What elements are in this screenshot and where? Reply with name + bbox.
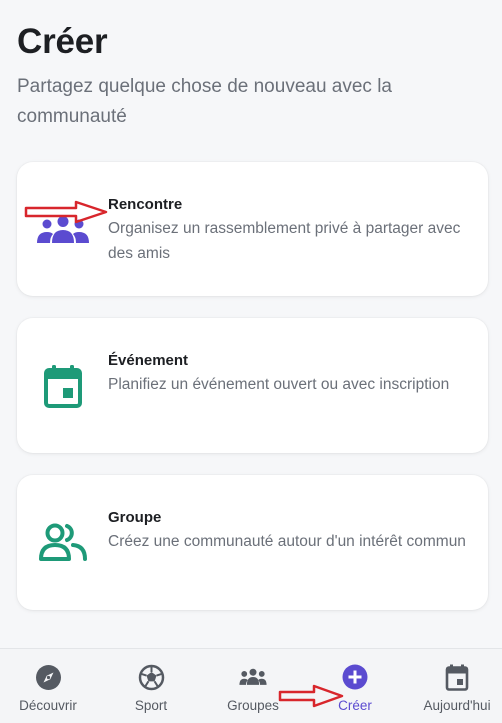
calendar-icon — [443, 663, 471, 691]
option-description: Planifiez un événement ouvert ou avec in… — [108, 376, 450, 393]
option-card-rencontre[interactable]: Rencontre Organisez un rassemblement pri… — [17, 162, 488, 296]
option-title: Groupe — [108, 509, 162, 526]
bottom-navigation: Découvrir Sport Groupes Créer Aujourd'hu… — [0, 648, 502, 723]
compass-icon — [34, 663, 62, 691]
annotation-arrow-icon — [24, 200, 108, 224]
nav-label: Sport — [134, 698, 168, 713]
nav-label: Groupes — [227, 698, 279, 713]
page-subtitle: Partagez quelque chose de nouveau avec l… — [17, 76, 392, 127]
nav-item-decouvrir[interactable]: Découvrir — [0, 649, 98, 723]
nav-item-aujourdhui[interactable]: Aujourd'hui — [407, 649, 502, 723]
option-description: Créez une communauté autour d'un intérêt… — [108, 533, 466, 550]
groups-icon — [239, 663, 267, 691]
nav-item-sport[interactable]: Sport — [101, 649, 201, 723]
option-title: Rencontre — [108, 196, 183, 213]
calendar-icon — [35, 358, 91, 414]
ball-icon — [137, 663, 165, 691]
option-card-groupe[interactable]: Groupe Créez une communauté autour d'un … — [17, 475, 488, 610]
nav-label: Aujourd'hui — [423, 698, 491, 713]
nav-label: Découvrir — [19, 698, 77, 713]
people-icon — [35, 515, 91, 571]
plus-circle-icon — [341, 663, 369, 691]
option-title: Événement — [108, 352, 189, 369]
annotation-arrow-icon — [278, 684, 344, 708]
option-card-evenement[interactable]: Événement Planifiez un événement ouvert … — [17, 318, 488, 453]
option-description: Organisez un rassemblement privé à parta… — [108, 220, 461, 262]
page-title: Créer — [17, 22, 108, 61]
